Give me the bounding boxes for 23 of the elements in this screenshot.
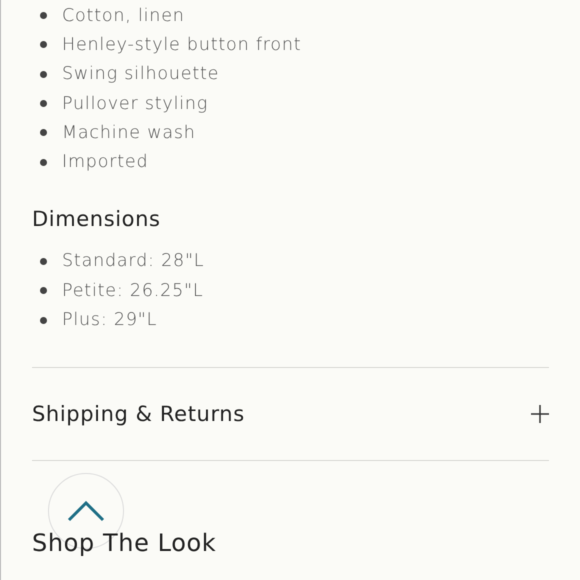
bullet-icon xyxy=(40,258,47,265)
bullet-icon xyxy=(40,287,47,294)
bullet-icon xyxy=(40,12,47,20)
chevron-up-icon xyxy=(67,500,105,522)
feature-text: Henley-style button front xyxy=(62,34,302,55)
feature-text: Pullover styling xyxy=(62,94,208,114)
dimension-text: Plus: 29"L xyxy=(62,310,158,330)
plus-icon[interactable] xyxy=(530,404,550,424)
section-heading: Shop The Look xyxy=(32,528,218,557)
bullet-icon xyxy=(40,70,47,78)
feature-text: Machine wash xyxy=(62,122,196,143)
bullet-icon xyxy=(40,129,47,136)
accordion-header[interactable]: Shipping & Returns xyxy=(32,402,245,426)
bullet-icon xyxy=(40,100,47,108)
feature-text: Imported xyxy=(62,152,148,172)
feature-text: Cotton, linen xyxy=(62,6,185,26)
dimension-text: Petite: 26.25"L xyxy=(62,280,204,301)
bullet-icon xyxy=(40,316,47,324)
feature-text: Swing silhouette xyxy=(62,64,220,84)
bullet-icon xyxy=(40,158,47,166)
dimension-text: Standard: 28"L xyxy=(62,251,204,272)
bullet-icon xyxy=(40,41,47,48)
section-heading: Dimensions xyxy=(32,206,162,231)
